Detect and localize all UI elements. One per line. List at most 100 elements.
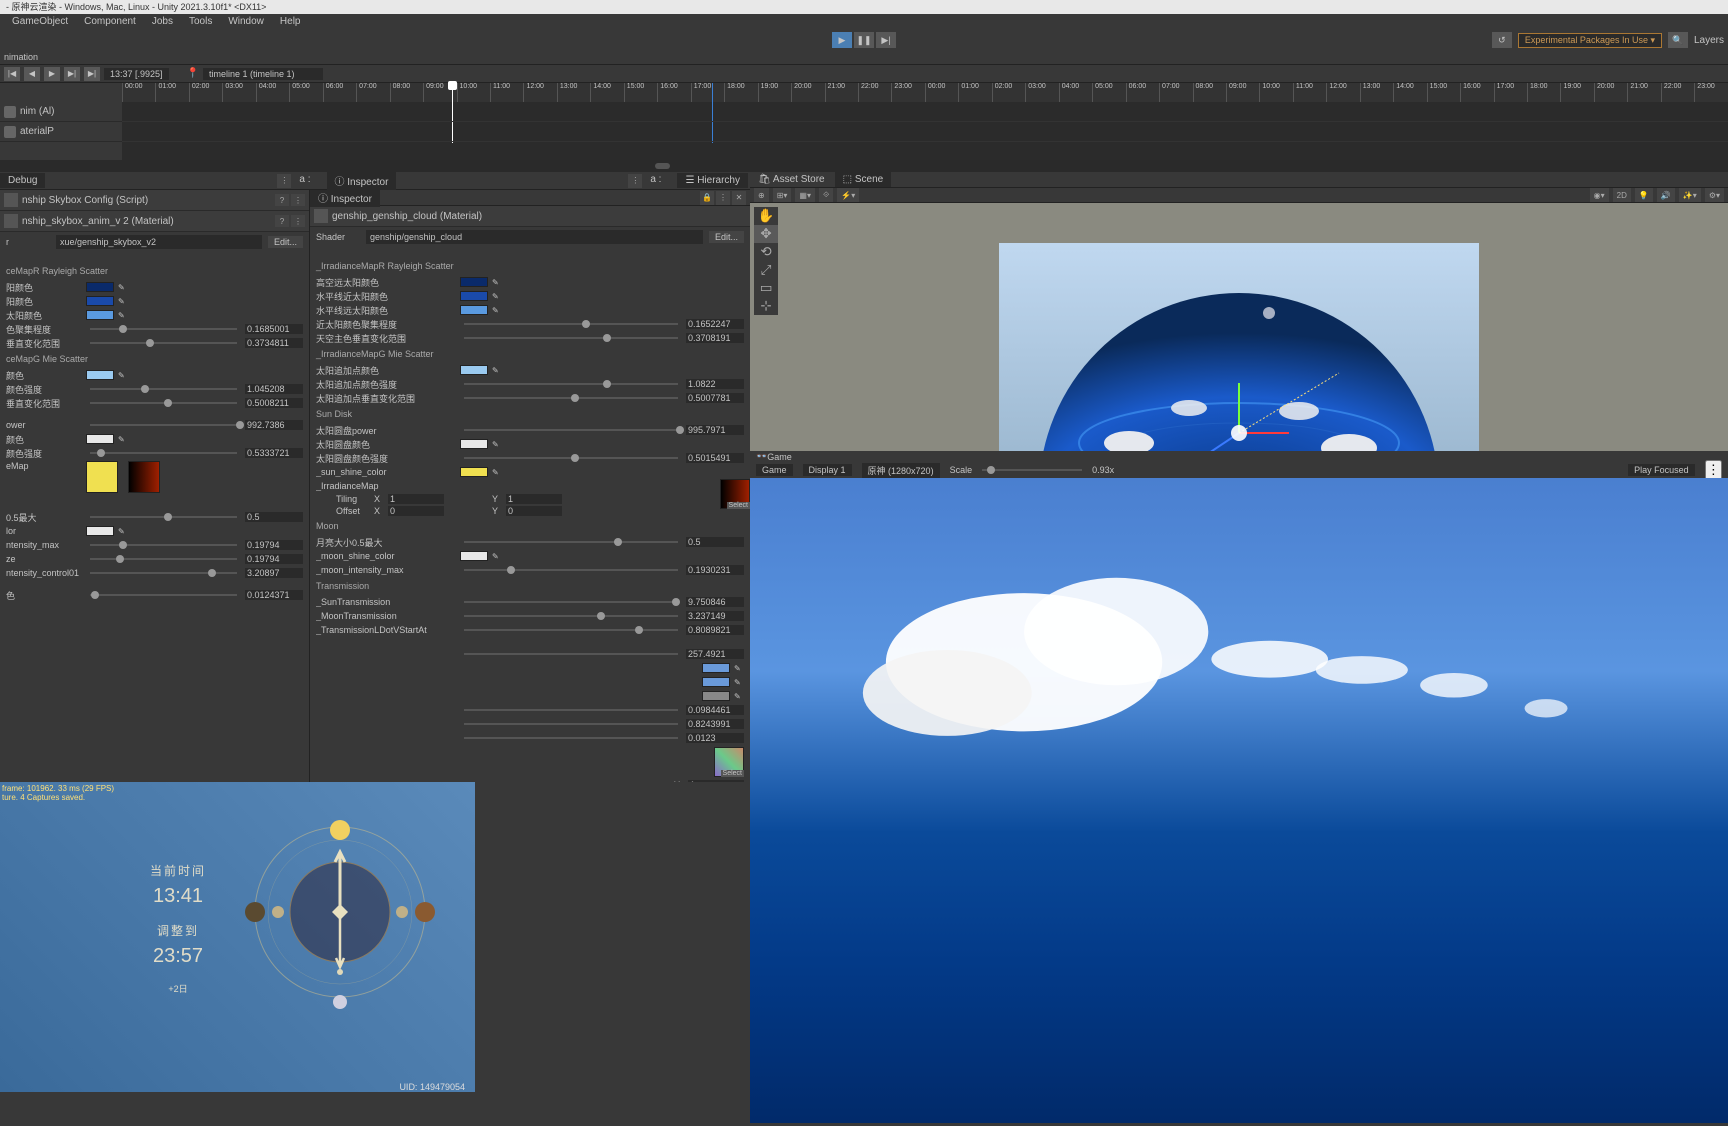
value-field[interactable]: 0.5333721 — [245, 448, 303, 458]
lighting-toggle[interactable]: 💡 — [1635, 188, 1653, 202]
draw-mode-button[interactable]: ◉▾ — [1590, 188, 1609, 202]
value-field[interactable]: 992.7386 — [245, 420, 303, 430]
eyedropper-icon[interactable]: ✎ — [118, 527, 128, 536]
timeline-first-button[interactable]: |◀ — [4, 67, 20, 81]
tab-hierarchy[interactable]: ☰ Hierarchy — [677, 173, 748, 188]
clock-dial[interactable] — [240, 812, 440, 1012]
color-swatch[interactable] — [460, 439, 488, 449]
layers-dropdown[interactable]: Layers — [1694, 35, 1724, 46]
color-swatch[interactable] — [86, 461, 118, 493]
pivot-button[interactable]: ⊕ — [754, 188, 769, 202]
offset-x[interactable]: 0 — [388, 506, 444, 516]
options-icon[interactable]: ⋮ — [716, 191, 730, 205]
slider[interactable] — [464, 457, 678, 459]
track-material[interactable]: aterialP — [0, 122, 122, 142]
slider[interactable] — [464, 397, 678, 399]
color-swatch[interactable] — [460, 277, 488, 287]
eyedropper-icon[interactable]: ✎ — [118, 371, 128, 380]
play-focused-dropdown[interactable]: Play Focused — [1628, 464, 1695, 476]
value-field[interactable]: 0.1685001 — [245, 324, 303, 334]
value-field[interactable]: 3.237149 — [686, 611, 744, 621]
timeline-ruler[interactable]: 00:0001:0002:0003:0004:0005:0006:0007:00… — [0, 82, 1728, 102]
resolution-dropdown[interactable]: 原神 (1280x720) — [862, 463, 940, 478]
tab-scene[interactable]: ⬚ Scene — [835, 172, 892, 187]
value-field[interactable]: 0.3734811 — [245, 338, 303, 348]
audio-toggle[interactable]: 🔊 — [1657, 188, 1675, 202]
slider[interactable] — [90, 544, 237, 546]
slider[interactable] — [90, 594, 237, 596]
slider[interactable] — [464, 429, 678, 431]
edit-button[interactable]: Edit... — [709, 231, 744, 243]
grid-button[interactable]: ▦▾ — [795, 188, 815, 202]
value-field[interactable]: 0.0124371 — [245, 590, 303, 600]
color-swatch[interactable] — [460, 551, 488, 561]
color-swatch[interactable] — [702, 691, 730, 701]
scene-view[interactable]: ✋ ✥ ⟲ ⤢ ▭ ⊹ — [750, 203, 1728, 451]
menu-help[interactable]: Help — [272, 14, 309, 30]
value-field[interactable]: 0.1652247 — [686, 319, 744, 329]
timeline-next-button[interactable]: ▶| — [64, 67, 80, 81]
panel-opt-icon[interactable]: ⋮ — [277, 174, 291, 188]
local-button[interactable]: ⊞▾ — [773, 188, 792, 202]
slider[interactable] — [464, 383, 678, 385]
value-field[interactable]: 257.4921 — [686, 649, 744, 659]
timeline-prev-button[interactable]: ◀ — [24, 67, 40, 81]
value-field[interactable]: 0.8243991 — [686, 719, 744, 729]
slider[interactable] — [464, 629, 678, 631]
close-icon[interactable]: ✕ — [732, 191, 746, 205]
eyedropper-icon[interactable]: ✎ — [118, 435, 128, 444]
slider[interactable] — [90, 572, 237, 574]
shader-dropdown[interactable]: xue/genship_skybox_v2 — [56, 235, 262, 249]
eyedropper-icon[interactable]: ✎ — [492, 278, 502, 287]
move-tool[interactable]: ✥ — [754, 225, 778, 243]
slider[interactable] — [90, 402, 237, 404]
color-swatch[interactable] — [86, 310, 114, 320]
options-icon[interactable]: ⋮ — [291, 194, 305, 206]
menu-tools[interactable]: Tools — [181, 14, 220, 30]
help-icon[interactable]: ? — [275, 215, 289, 227]
edit-button[interactable]: Edit... — [268, 236, 303, 248]
transform-tool[interactable]: ⊹ — [754, 297, 778, 315]
slider[interactable] — [90, 452, 237, 454]
color-swatch[interactable] — [702, 663, 730, 673]
offset-y[interactable]: 0 — [506, 506, 562, 516]
color-swatch[interactable] — [460, 365, 488, 375]
shader-dropdown[interactable]: genship/genship_cloud — [366, 230, 703, 244]
animation-tab[interactable]: nimation — [0, 50, 1728, 64]
slider[interactable] — [464, 615, 678, 617]
experimental-packages-badge[interactable]: Experimental Packages In Use ▾ — [1518, 33, 1662, 48]
lock-icon[interactable]: 🔒 — [700, 191, 714, 205]
pause-button[interactable]: ❚❚ — [854, 32, 874, 48]
value-field[interactable]: 1.0822 — [686, 379, 744, 389]
value-field[interactable]: 0.5015491 — [686, 453, 744, 463]
color-swatch[interactable] — [460, 305, 488, 315]
game-view[interactable] — [750, 478, 1728, 1123]
rect-tool[interactable]: ▭ — [754, 279, 778, 297]
value-field[interactable]: 0.5 — [686, 537, 744, 547]
tab-debug[interactable]: Debug — [0, 173, 45, 188]
slider[interactable] — [90, 388, 237, 390]
eyedropper-icon[interactable]: ✎ — [118, 311, 128, 320]
eyedropper-icon[interactable]: ✎ — [492, 306, 502, 315]
scale-slider[interactable] — [982, 469, 1082, 471]
timeline-last-button[interactable]: ▶| — [84, 67, 100, 81]
tab-inspector-2[interactable]: ⓘ Inspector — [310, 190, 380, 207]
tab-inspector-1[interactable]: ⓘ Inspector — [327, 171, 397, 190]
value-field[interactable]: 0.0123 — [686, 733, 744, 743]
timeline-timecode[interactable]: 13:37 [.9925] — [104, 68, 169, 80]
eyedropper-icon[interactable]: ✎ — [492, 366, 502, 375]
snap-settings-button[interactable]: ⚡▾ — [837, 188, 859, 202]
color-swatch[interactable] — [460, 467, 488, 477]
texture-slot[interactable]: Select — [720, 479, 750, 509]
eyedropper-icon[interactable]: ✎ — [492, 468, 502, 477]
menu-window[interactable]: Window — [220, 14, 272, 30]
slider[interactable] — [464, 601, 678, 603]
help-icon[interactable]: ? — [275, 194, 289, 206]
value-field[interactable]: 0.5007781 — [686, 393, 744, 403]
material-header-2[interactable]: genship_genship_cloud (Material) — [310, 206, 750, 227]
value-field[interactable]: 0.5008211 — [245, 398, 303, 408]
value-field[interactable]: 0.5 — [245, 512, 303, 522]
gizmos-toggle[interactable]: ⚙▾ — [1705, 188, 1724, 202]
color-swatch[interactable] — [86, 434, 114, 444]
eyedropper-icon[interactable]: ✎ — [118, 297, 128, 306]
